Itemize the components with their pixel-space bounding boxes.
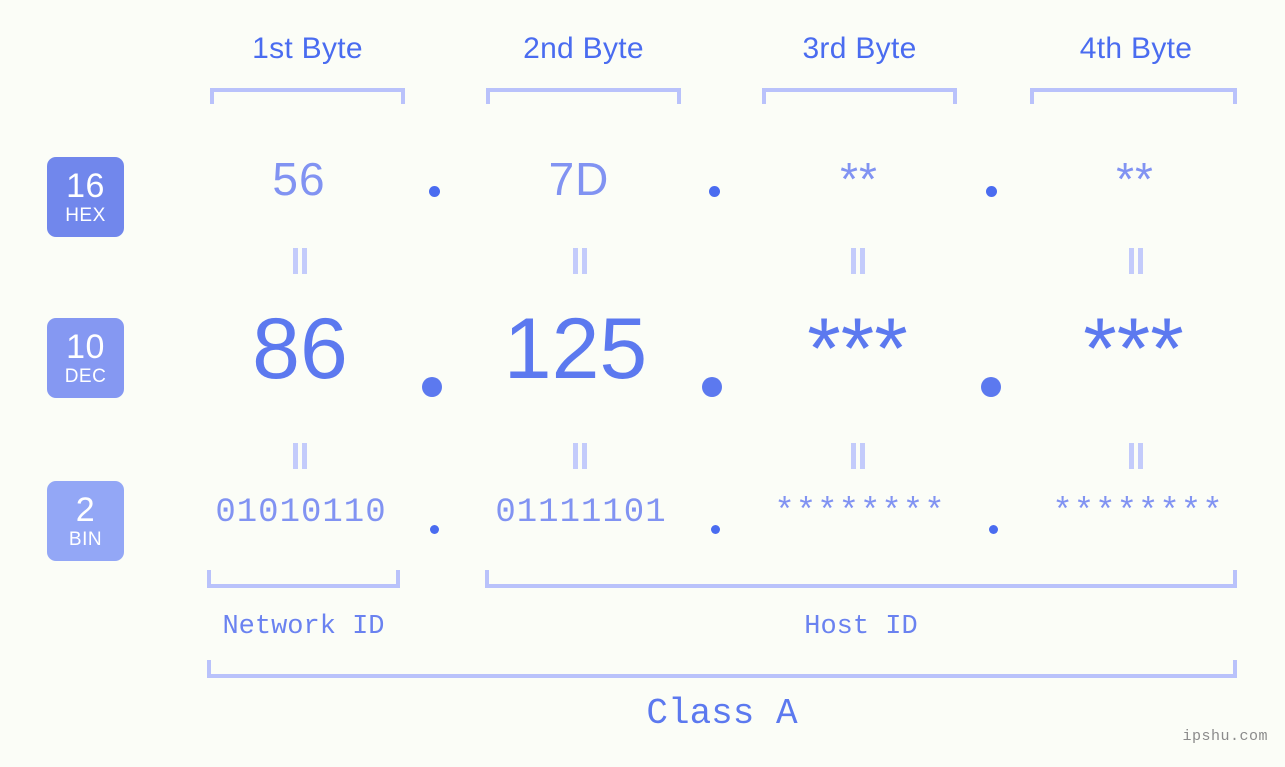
base-badge-hex-tag: HEX [65, 205, 106, 226]
bin-separator-2 [711, 525, 720, 534]
bin-byte-4: ******** [1052, 494, 1224, 532]
watermark: ipshu.com [1182, 728, 1268, 745]
bin-byte-1: 01010110 [215, 494, 387, 532]
base-badge-dec: 10 DEC [47, 318, 124, 398]
byte-bracket-4 [1030, 88, 1237, 104]
base-badge-dec-tag: DEC [64, 366, 107, 387]
equals-mark-hex-dec-1 [291, 248, 309, 274]
bin-separator-3 [989, 525, 998, 534]
hex-byte-4: ** [1116, 153, 1154, 205]
class-bracket [207, 660, 1237, 678]
equals-mark-dec-bin-1 [291, 443, 309, 469]
equals-mark-hex-dec-2 [571, 248, 589, 274]
equals-mark-dec-bin-3 [849, 443, 867, 469]
hex-byte-2: 7D [548, 153, 610, 205]
equals-mark-hex-dec-4 [1127, 248, 1145, 274]
hex-separator-3 [986, 186, 997, 197]
bin-byte-2: 01111101 [495, 494, 667, 532]
dec-separator-2 [702, 377, 722, 397]
equals-mark-dec-bin-4 [1127, 443, 1145, 469]
byte-header-2: 2nd Byte [523, 32, 644, 65]
host-id-label: Host ID [804, 612, 918, 642]
class-label: Class A [646, 693, 798, 734]
bin-separator-1 [430, 525, 439, 534]
base-badge-hex-number: 16 [66, 167, 105, 205]
host-id-bracket [485, 570, 1237, 588]
dec-byte-3: *** [807, 301, 908, 397]
dec-separator-3 [981, 377, 1001, 397]
byte-bracket-3 [762, 88, 957, 104]
dec-byte-1: 86 [252, 301, 348, 397]
network-id-label: Network ID [222, 612, 385, 642]
hex-byte-1: 56 [272, 153, 326, 205]
byte-bracket-2 [486, 88, 681, 104]
base-badge-bin-number: 2 [75, 491, 96, 529]
hex-separator-2 [709, 186, 720, 197]
equals-mark-dec-bin-2 [571, 443, 589, 469]
base-badge-bin: 2 BIN [47, 481, 124, 561]
dec-byte-2: 125 [503, 301, 648, 397]
network-id-bracket [207, 570, 400, 588]
ip-byte-breakdown-diagram: 1st Byte 2nd Byte 3rd Byte 4th Byte 16 H… [0, 0, 1285, 767]
byte-header-3: 3rd Byte [802, 32, 917, 65]
base-badge-hex: 16 HEX [47, 157, 124, 237]
base-badge-bin-tag: BIN [68, 529, 103, 550]
byte-bracket-1 [210, 88, 405, 104]
byte-header-1: 1st Byte [252, 32, 363, 65]
base-badge-dec-number: 10 [66, 328, 105, 366]
byte-header-4: 4th Byte [1079, 32, 1193, 65]
bin-byte-3: ******** [774, 494, 946, 532]
hex-byte-3: ** [840, 153, 878, 205]
dec-separator-1 [422, 377, 442, 397]
equals-mark-hex-dec-3 [849, 248, 867, 274]
hex-separator-1 [429, 186, 440, 197]
dec-byte-4: *** [1083, 301, 1184, 397]
